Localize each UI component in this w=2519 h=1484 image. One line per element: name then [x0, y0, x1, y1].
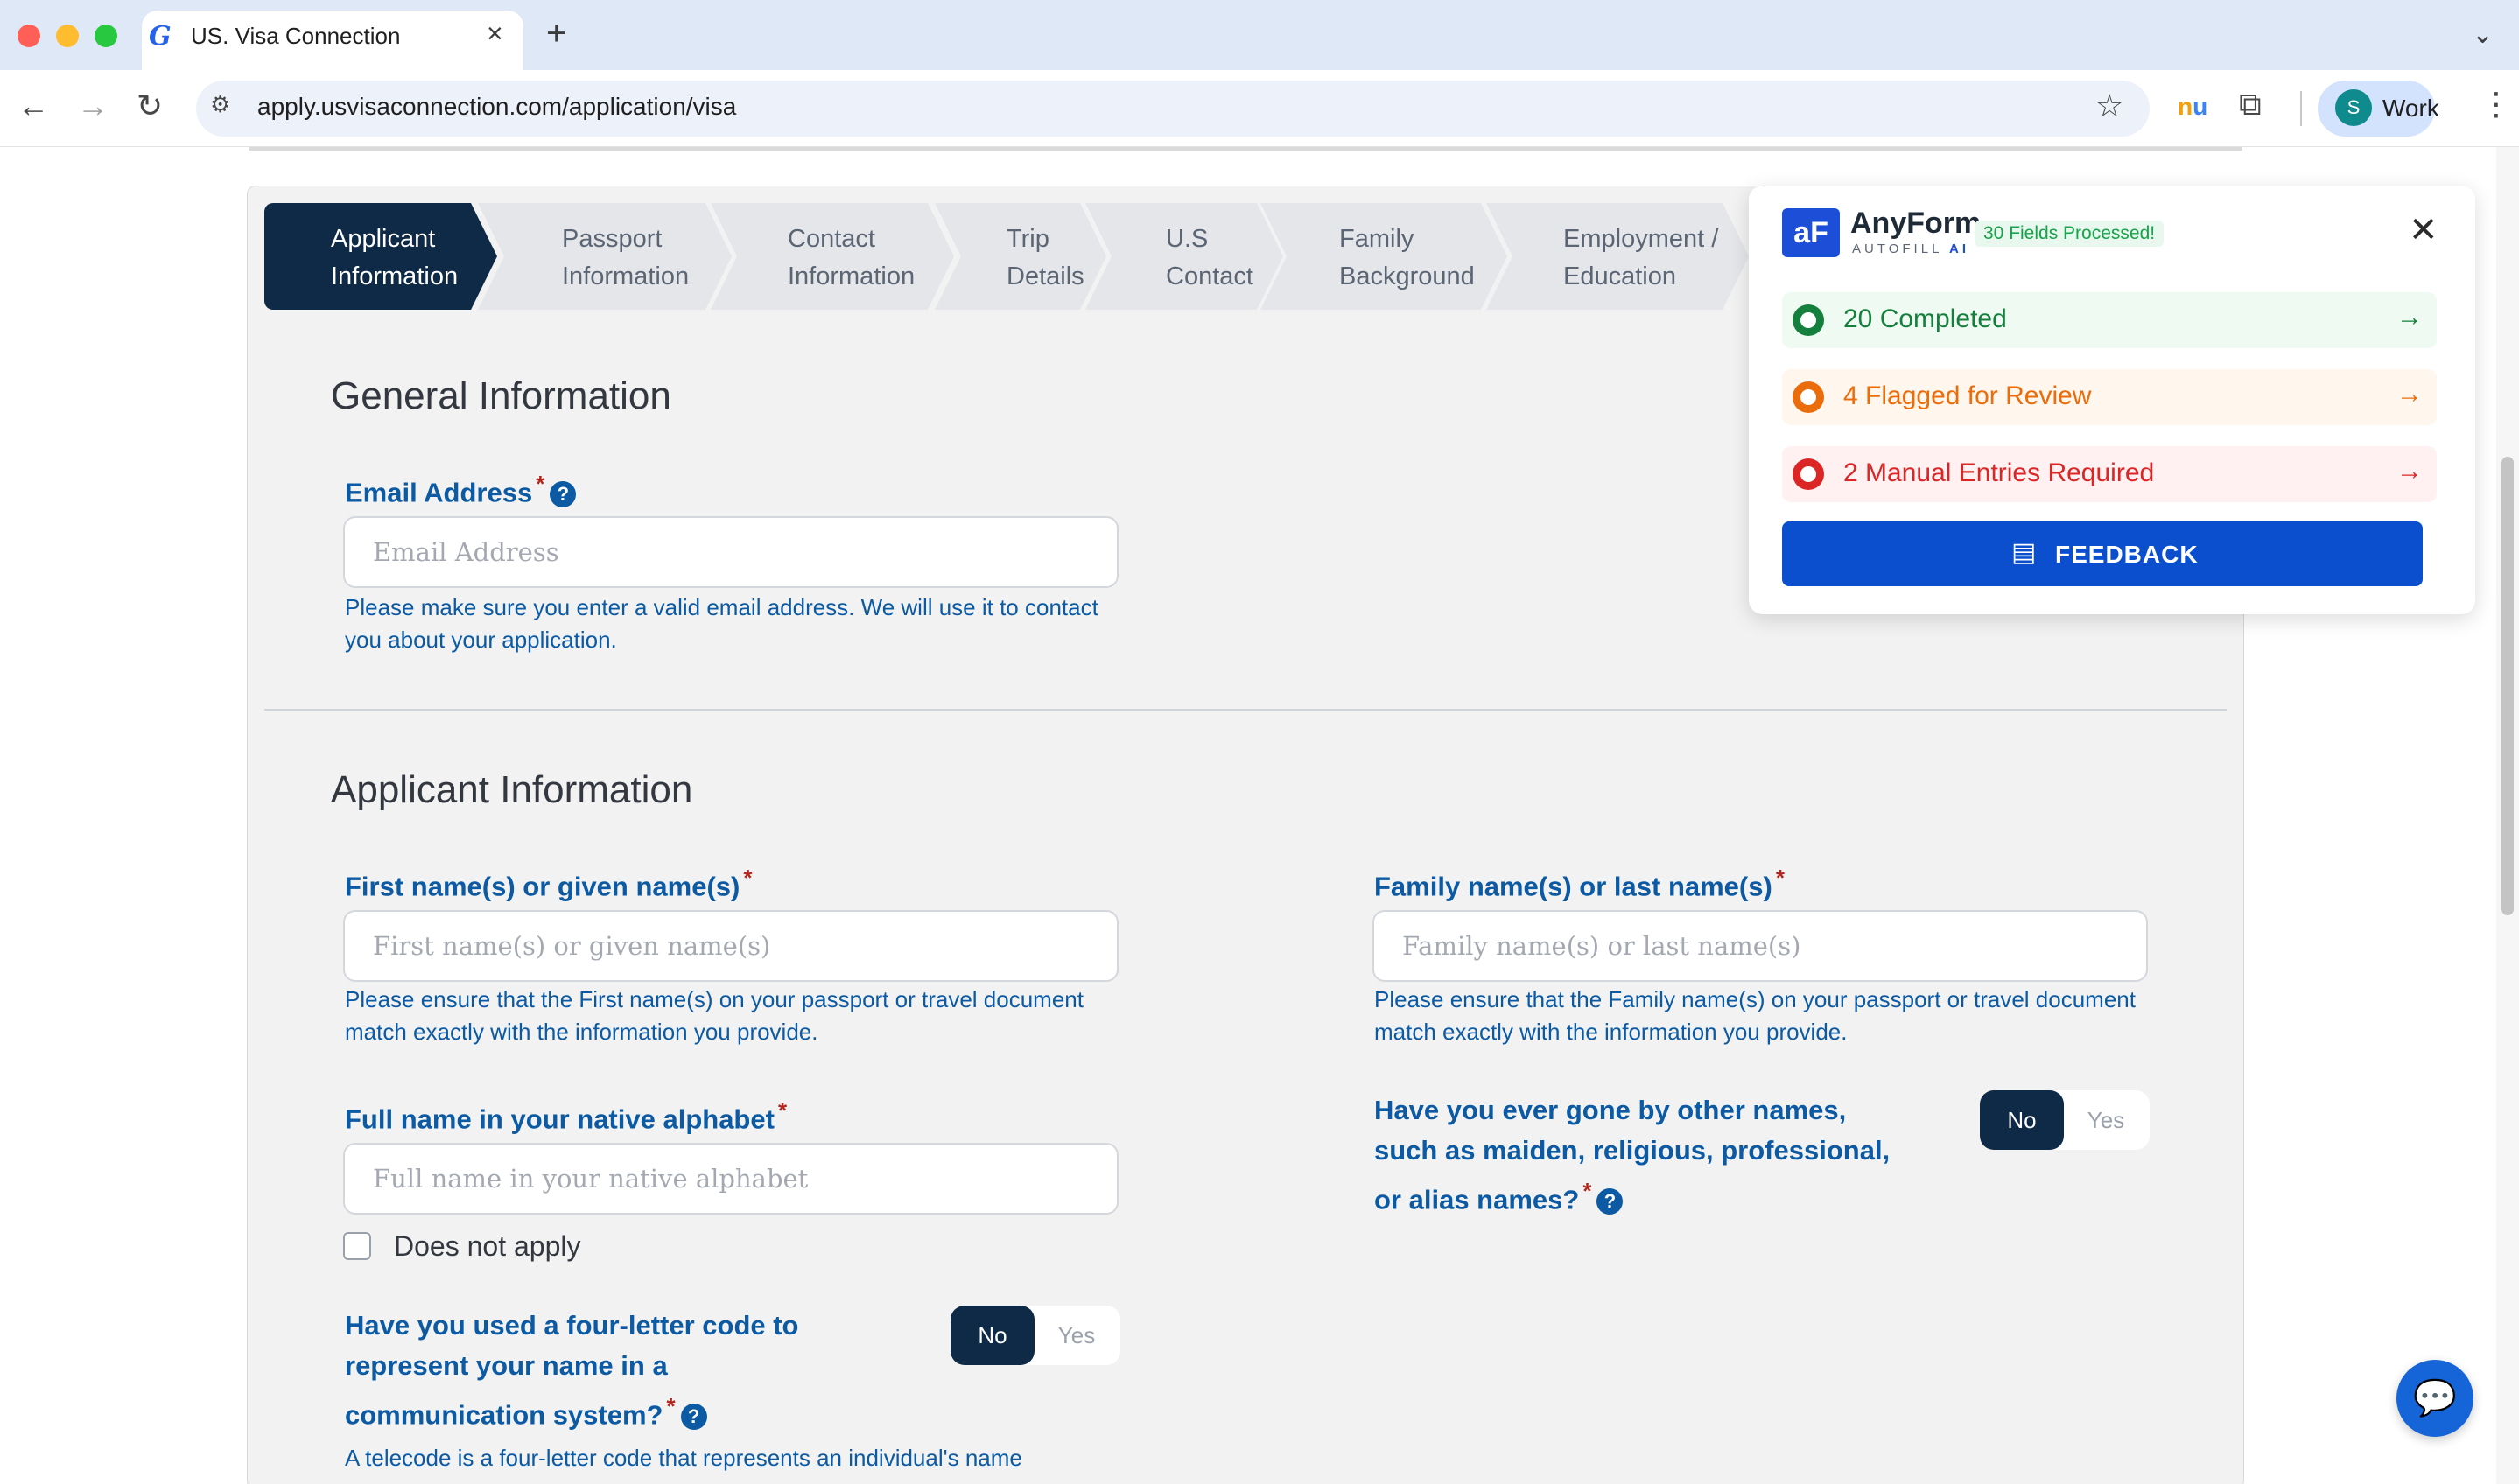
anyform-subtitle-text: AUTOFILL: [1852, 242, 1950, 256]
flagged-arrow-icon: →: [2396, 380, 2423, 409]
email-label: Email Address *?: [345, 464, 577, 513]
native-name-input[interactable]: [343, 1143, 1119, 1214]
window-close-button[interactable]: [18, 24, 40, 47]
anyform-name: AnyForm: [1850, 206, 1982, 240]
manual-status-icon: [1793, 458, 1824, 490]
help-icon[interactable]: ?: [680, 1404, 707, 1431]
completed-arrow-icon: →: [2396, 303, 2423, 332]
step-label: Passport Information: [562, 225, 690, 290]
other-names-question-text: Have you ever gone by other names, such …: [1374, 1095, 1891, 1215]
browser-menu-icon[interactable]: ⋮: [2480, 86, 2512, 122]
email-hint: Please make sure you enter a valid email…: [345, 594, 1098, 653]
step-label: Family Background: [1339, 225, 1475, 290]
toolbar-divider: [2300, 91, 2302, 126]
forward-arrow-icon[interactable]: →: [77, 88, 109, 124]
address-url[interactable]: apply.usvisaconnection.com/application/v…: [257, 93, 736, 121]
family-name-label: Family name(s) or last name(s) *: [1374, 858, 1785, 906]
email-label-text: Email Address: [345, 477, 533, 508]
telecode-question: Have you used a four-letter code to repr…: [345, 1306, 870, 1435]
completed-text: 20 Completed: [1843, 304, 2007, 333]
site-favicon-icon: G: [149, 21, 172, 52]
telecode-yes-button[interactable]: Yes: [1035, 1306, 1119, 1365]
other-names-no-button[interactable]: No: [1980, 1090, 2064, 1150]
ext-nu-letter-u: u: [2193, 93, 2208, 120]
native-name-label: Full name in your native alphabet *: [345, 1090, 787, 1139]
first-name-input[interactable]: [343, 910, 1119, 982]
anyform-logo: aF: [1782, 208, 1840, 257]
step-label: Contact Information: [788, 225, 916, 290]
site-settings-icon[interactable]: ⚙: [210, 91, 240, 121]
anyform-subtitle: AUTOFILL AI: [1852, 242, 1969, 256]
tab-title: US. Visa Connection: [191, 23, 401, 49]
step-label: Trip Details: [1007, 225, 1084, 290]
back-arrow-icon[interactable]: ←: [18, 88, 49, 124]
step-label: Applicant Information: [331, 225, 459, 290]
flagged-status-icon: [1793, 382, 1824, 413]
new-tab-icon[interactable]: +: [546, 14, 566, 53]
email-input[interactable]: [343, 516, 1119, 588]
help-icon[interactable]: ?: [1596, 1188, 1624, 1215]
popup-close-icon[interactable]: ✕: [2409, 210, 2438, 250]
required-mark: *: [743, 864, 753, 891]
manual-arrow-icon: →: [2396, 457, 2423, 486]
family-name-input[interactable]: [1372, 910, 2148, 982]
required-mark: *: [536, 471, 545, 497]
family-name-hint: Please ensure that the Family name(s) on…: [1374, 986, 2136, 1045]
required-mark: *: [777, 1097, 788, 1124]
does-not-apply-label: Does not apply: [394, 1230, 581, 1262]
extensions-puzzle-icon[interactable]: ⧉: [2239, 86, 2262, 123]
step-label: Employment / Education: [1563, 225, 1719, 290]
section-title-applicant: Applicant Information: [331, 768, 693, 811]
ext-nu-letter-n: n: [2178, 93, 2193, 120]
nu-extension-icon[interactable]: nu: [2178, 93, 2207, 121]
manual-text: 2 Manual Entries Required: [1843, 458, 2155, 487]
window-minimize-button[interactable]: [56, 24, 79, 47]
scrollbar-thumb[interactable]: [2501, 457, 2514, 915]
does-not-apply-checkbox[interactable]: [343, 1232, 371, 1260]
other-names-yes-button[interactable]: Yes: [2064, 1090, 2148, 1150]
telecode-hint: A telecode is a four-letter code that re…: [345, 1445, 1022, 1471]
required-mark: *: [1775, 864, 1785, 891]
avatar: S: [2335, 89, 2372, 126]
native-name-label-text: Full name in your native alphabet: [345, 1103, 775, 1135]
required-mark: *: [1582, 1178, 1592, 1204]
reload-icon[interactable]: ↻: [137, 88, 163, 124]
tab-close-icon[interactable]: ×: [487, 18, 503, 50]
tab-search-chevron-icon[interactable]: ⌄: [2472, 19, 2494, 50]
required-mark: *: [666, 1393, 676, 1419]
flagged-text: 4 Flagged for Review: [1843, 382, 2092, 410]
telecode-question-text: Have you used a four-letter code to repr…: [345, 1310, 799, 1431]
profile-name: Work: [2382, 94, 2439, 122]
family-name-label-text: Family name(s) or last name(s): [1374, 871, 1772, 902]
anyform-subtitle-ai: AI: [1949, 242, 1970, 256]
first-name-hint: Please ensure that the First name(s) on …: [345, 986, 1084, 1045]
first-name-label: First name(s) or given name(s) *: [345, 858, 752, 906]
top-divider: [249, 147, 2242, 150]
section-divider: [264, 709, 2227, 710]
first-name-label-text: First name(s) or given name(s): [345, 871, 740, 902]
feedback-button-label: FEEDBACK: [2055, 541, 2199, 568]
section-title-general: General Information: [331, 374, 671, 417]
window-zoom-button[interactable]: [95, 24, 117, 47]
other-names-question: Have you ever gone by other names, such …: [1374, 1090, 1917, 1220]
telecode-no-button[interactable]: No: [951, 1306, 1035, 1365]
chat-bubble-icon[interactable]: 💬: [2396, 1360, 2473, 1437]
bookmark-star-icon[interactable]: ☆: [2095, 88, 2123, 124]
completed-status-icon: [1793, 304, 1824, 336]
step-label: U.S Contact: [1166, 225, 1253, 290]
help-icon[interactable]: ?: [550, 481, 577, 508]
fields-processed-badge: 30 Fields Processed!: [1975, 220, 2165, 247]
feedback-message-icon: ▤: [2011, 538, 2037, 567]
